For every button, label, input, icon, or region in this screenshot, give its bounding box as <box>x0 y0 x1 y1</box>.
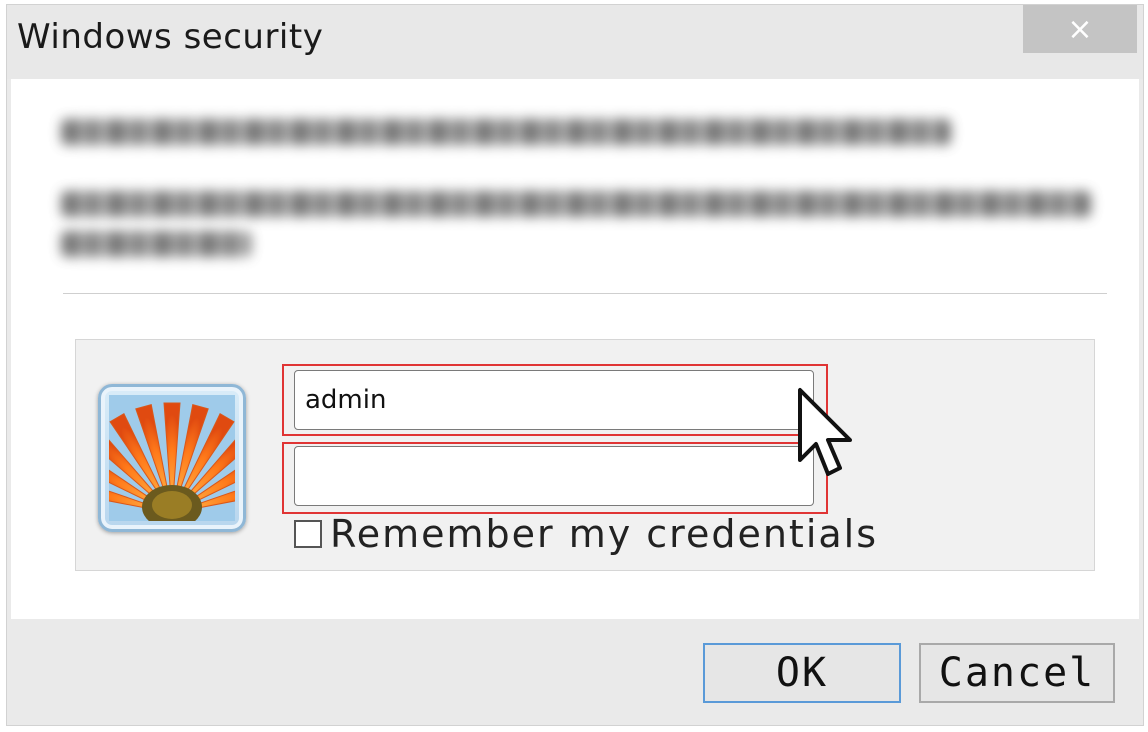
blurred-message-line <box>61 119 951 145</box>
blurred-message-line <box>61 231 251 257</box>
blurred-message-line <box>61 191 1091 217</box>
cancel-button[interactable]: Cancel <box>919 643 1115 703</box>
remember-label: Remember my credentials <box>330 512 879 556</box>
separator <box>63 293 1107 294</box>
dialog-content: admin Remember my credentials <box>11 79 1139 619</box>
remember-checkbox[interactable] <box>294 520 322 548</box>
close-button[interactable]: × <box>1023 5 1137 53</box>
user-avatar-flower-icon <box>98 384 246 532</box>
dialog-title: Windows security <box>17 17 324 57</box>
credential-panel: admin Remember my credentials <box>75 339 1095 571</box>
mouse-cursor-icon <box>798 388 852 476</box>
remember-credentials-option[interactable]: Remember my credentials <box>294 512 878 556</box>
password-input[interactable] <box>294 446 814 506</box>
close-icon: × <box>1067 11 1093 47</box>
title-bar: Windows security × <box>7 5 1143 79</box>
ok-button[interactable]: OK <box>703 643 901 703</box>
windows-security-dialog: Windows security × admin Remember my cre… <box>6 4 1144 726</box>
username-input[interactable]: admin <box>294 370 814 430</box>
